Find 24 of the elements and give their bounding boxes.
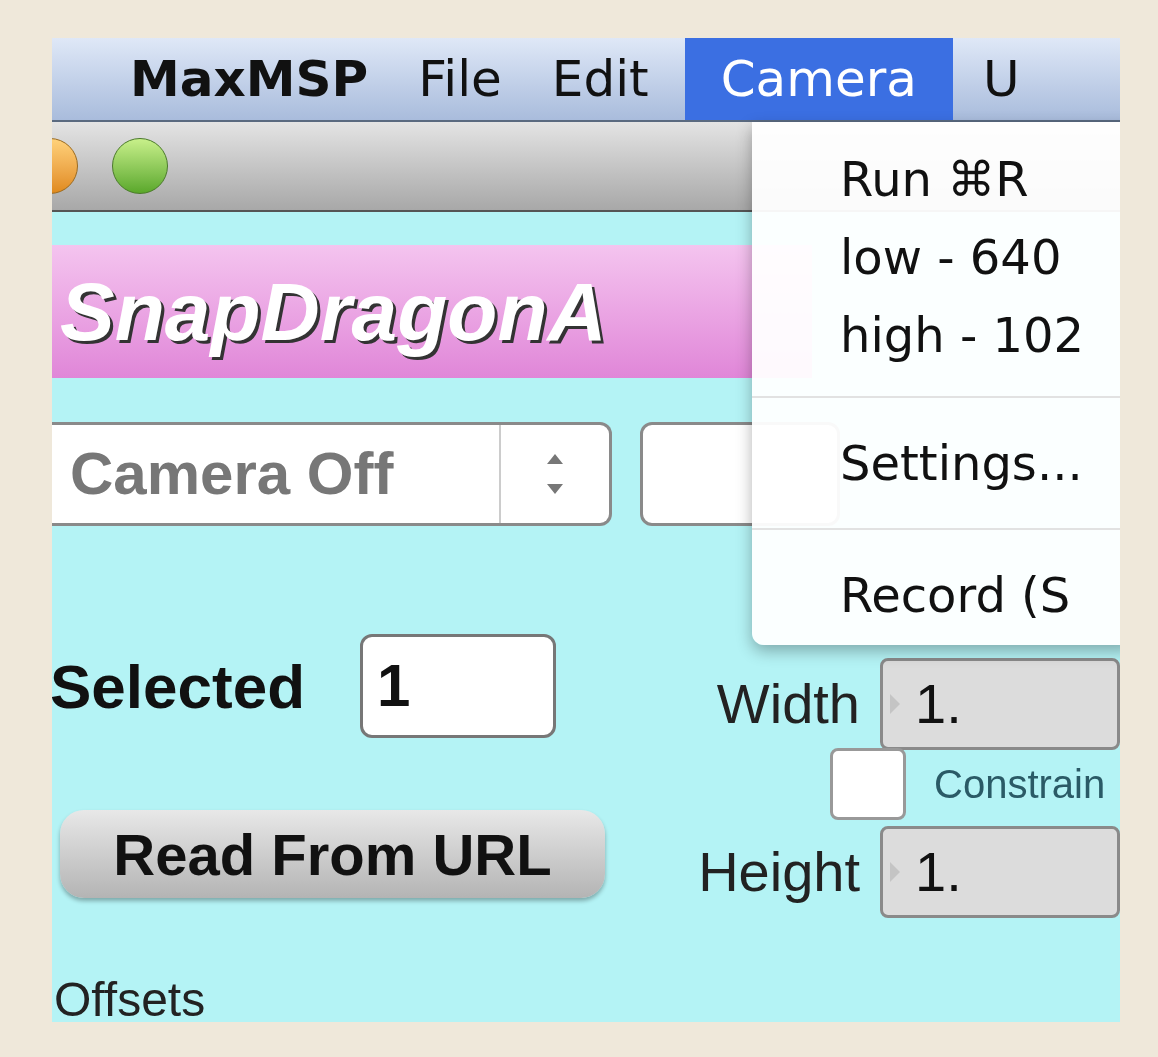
number-field[interactable]: 1. (880, 658, 1120, 750)
menu-bar-item[interactable]: U (962, 38, 1040, 120)
menu-item[interactable]: low - 640 (752, 218, 1120, 296)
triangle-icon (889, 692, 901, 716)
offsets-label: Offsets (54, 976, 206, 1022)
number-field[interactable]: 1. (880, 826, 1120, 918)
constrain-label: Constrain (934, 761, 1106, 808)
read-from-url-button[interactable]: Read From URL (60, 810, 605, 898)
field-label: Width (715, 671, 860, 737)
menu-item[interactable]: Record (S (752, 556, 1120, 634)
menu-item[interactable]: high - 102 (752, 296, 1120, 374)
field-label: Height (697, 839, 860, 905)
constrain-checkbox[interactable] (830, 748, 906, 820)
menu-item[interactable]: Run ⌘R (752, 140, 1120, 218)
banner-title: SnapDragonA (60, 265, 607, 359)
camera-dropdown[interactable]: Camera Off (52, 422, 612, 526)
menu-bar-item[interactable]: Camera (684, 38, 953, 120)
menu-bar-item[interactable]: Edit (531, 38, 669, 120)
selected-field[interactable]: 1 (360, 634, 557, 738)
zoom-button-icon[interactable] (112, 138, 168, 194)
menu-bar-item[interactable]: MaxMSP (110, 38, 389, 120)
triangle-icon (889, 860, 901, 884)
menu-bar-item[interactable]: File (398, 38, 522, 120)
menu-item[interactable]: Settings... (752, 424, 1120, 502)
